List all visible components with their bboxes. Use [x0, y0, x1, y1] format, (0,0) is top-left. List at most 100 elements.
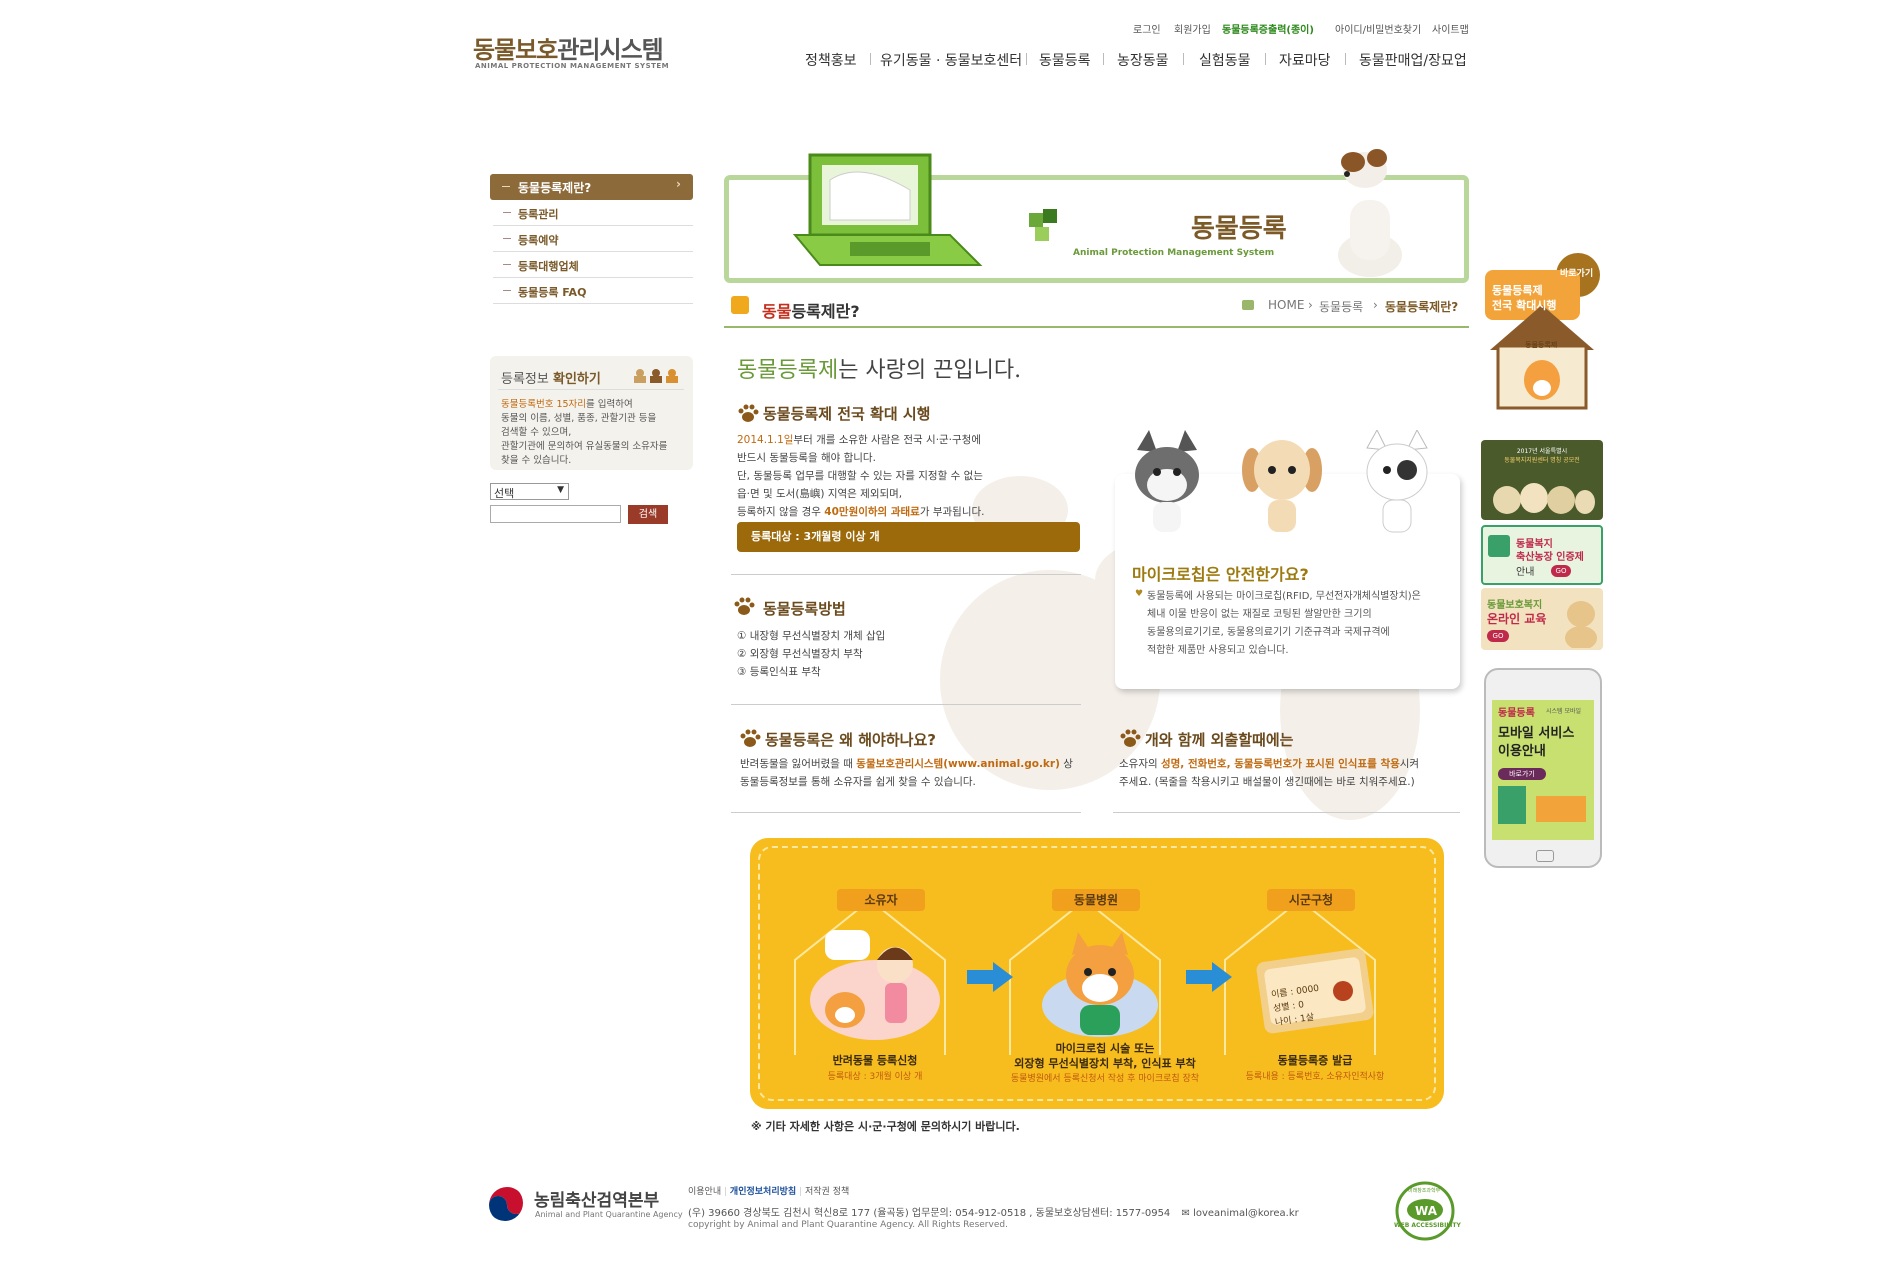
- search-type-select[interactable]: 선택 ▼: [490, 483, 569, 500]
- section-title: 동물등록방법: [763, 600, 846, 618]
- wa-text: 미래창조과학부: [1408, 1188, 1441, 1194]
- divider: [731, 812, 1081, 813]
- gnb-policy[interactable]: 정책홍보: [805, 50, 857, 70]
- screen-thumb: [1536, 796, 1586, 822]
- divider: [731, 704, 1081, 705]
- banner-online-edu[interactable]: 동물보호복지 온라인 교육 GO: [1481, 588, 1603, 650]
- banner-text: 2017년 서울특별시: [1516, 448, 1568, 455]
- chevron-right-icon: ›: [676, 177, 681, 191]
- puppies-photo: [1493, 483, 1595, 514]
- breadcrumb-current: 동물등록제란?: [1385, 300, 1459, 314]
- sidebar-item-label: 등록관리: [518, 208, 559, 221]
- logo-title-b: 관리시스템: [557, 36, 663, 64]
- home-icon: [1242, 300, 1254, 310]
- search-button[interactable]: 검색: [628, 505, 668, 524]
- sidebar-item-reservation[interactable]: 등록예약: [493, 226, 693, 252]
- gnb-divider: [1026, 53, 1027, 65]
- method-2: ② 외장형 무선식별장치 부착: [737, 648, 863, 660]
- dog-photo: [1565, 601, 1597, 648]
- banner-text: 온라인 교육: [1487, 612, 1547, 626]
- arrow-right-icon: [1186, 962, 1232, 992]
- footer-link-privacy[interactable]: 개인정보처리방침: [730, 1187, 796, 1197]
- step-title-hospital-2: 외장형 무선식별장치 부착, 인식표 부착: [1014, 1057, 1196, 1070]
- logo-title-a: 동물보호: [473, 36, 558, 64]
- microchip-desc: 동물등록에 사용되는 마이크로칩(RFID, 무선전자개체식별장치)은 체내 이…: [1147, 591, 1421, 656]
- footer-copyright: copyright by Animal and Plant Quarantine…: [688, 1220, 1008, 1230]
- headline: 동물등록제는 사랑의 끈입니다.: [737, 358, 1022, 383]
- divider: [1113, 812, 1460, 813]
- step-title-office: 동물등록증 발급: [1277, 1054, 1353, 1067]
- util-sitemap[interactable]: 사이트맵: [1432, 21, 1469, 36]
- gnb-farm[interactable]: 농장동물: [1117, 50, 1169, 70]
- step-sub-office: 등록내용 : 등록번호, 소유자인적사항: [1245, 1072, 1385, 1082]
- screen-thumb: [1498, 786, 1526, 824]
- quick-title-2: 전국 확대시행: [1492, 299, 1557, 312]
- sidebar-item-label: 동물등록 FAQ: [518, 286, 587, 299]
- sidebar-item-label: 등록예약: [518, 234, 559, 247]
- reg-number-input[interactable]: [490, 505, 621, 523]
- gnb-registration[interactable]: 동물등록: [1039, 50, 1091, 70]
- section-text: 반려동물을 잃어버렸을 때 동물보호관리시스템(www.animal.go.kr…: [740, 758, 1073, 788]
- banner-mobile-service[interactable]: 동물등록 시스템 모바일 모바일 서비스 이용안내 바로가기: [1484, 668, 1602, 868]
- step-title-hospital-1: 마이크로칩 시술 또는: [1055, 1042, 1155, 1055]
- gnb-abandoned[interactable]: 유기동물 · 동물보호센터: [880, 50, 1022, 70]
- util-print-cert[interactable]: 동물등록증출력(종이): [1222, 25, 1314, 36]
- footer-address: (우) 39660 경상북도 김천시 혁신8로 177 (율곡동) 업무문의: …: [688, 1208, 1299, 1219]
- step-sub-hospital: 동물병원에서 등록신청서 작성 후 마이크로칩 장착: [1010, 1074, 1200, 1084]
- contact-note: ※ 기타 자세한 사항은 시·군·구청에 문의하시기 바랍니다.: [751, 1120, 1020, 1133]
- banner-text: 안내: [1516, 567, 1535, 578]
- web-accessibility-mark: 미래창조과학부 WA WEB ACCESSIBILITY: [1380, 1180, 1470, 1242]
- gnb-divider: [1103, 53, 1104, 65]
- dropdown-arrow-icon: ▼: [557, 485, 564, 495]
- footer-org-name: 농림축산검역본부: [534, 1191, 660, 1211]
- hospital-illustration: [1042, 932, 1158, 1037]
- laptop-illustration: [792, 153, 983, 266]
- owner-illustration: [810, 930, 940, 1040]
- microchip-title: 마이크로칩은 안전한가요?: [1132, 565, 1309, 584]
- breadcrumb-registration[interactable]: 동물등록: [1319, 298, 1363, 315]
- gnb-sales[interactable]: 동물판매업/장묘업: [1359, 50, 1467, 70]
- cube-icon: [1029, 209, 1057, 241]
- go-button[interactable]: 바로가기: [1498, 768, 1546, 780]
- dog-photo: [1338, 149, 1402, 277]
- logo-subtitle: ANIMAL PROTECTION MANAGEMENT SYSTEM: [475, 62, 670, 70]
- util-find-id[interactable]: 아이디/비밀번호찾기: [1335, 21, 1421, 36]
- banner-title: 동물등록: [1191, 214, 1287, 244]
- banner-farm-cert[interactable]: 동물복지 축산농장 인증제 안내 GO: [1481, 525, 1603, 585]
- step-label-office: 시군구청: [1267, 889, 1355, 911]
- footer-link-copyright[interactable]: 저작권 정책: [805, 1187, 849, 1197]
- certificate-text: 이름 : 0000 성별 : 0 나이 : 1살: [1270, 983, 1320, 1029]
- cert-mark-icon: [1488, 535, 1510, 557]
- reg-info-title: 등록정보 확인하기: [501, 372, 601, 387]
- banner-text: 시스템 모바일: [1546, 708, 1582, 715]
- footer-link-guide[interactable]: 이용안내: [688, 1187, 721, 1197]
- sidebar-item-active[interactable]: 동물등록제란? ›: [490, 174, 693, 200]
- breadcrumb-home[interactable]: HOME: [1268, 298, 1304, 312]
- site-logo[interactable]: 동물보호관리시스템: [473, 30, 664, 65]
- sidebar-item-agency[interactable]: 등록대행업체: [493, 252, 693, 278]
- util-login[interactable]: 로그인: [1133, 21, 1161, 36]
- banner-naming-contest[interactable]: 2017년 서울특별시 동물복지지원센터 명칭 공모전: [1481, 440, 1603, 520]
- quick-tag: 바로가기: [1560, 269, 1594, 279]
- sidebar-item-label: 등록대행업체: [518, 260, 579, 273]
- dash-icon: [503, 290, 511, 291]
- section-text: 소유자의 성명, 전화번호, 동물등록번호가 표시된 인식표를 착용시켜 주세요…: [1119, 758, 1420, 788]
- go-button[interactable]: GO: [1551, 565, 1571, 577]
- taegeuk-logo-icon: [489, 1187, 523, 1221]
- arrow-right-icon: [967, 962, 1013, 992]
- quick-banner-registration[interactable]: 바로가기 동물등록제 전국 확대시행 동물등록제: [1480, 250, 1605, 415]
- footer-email[interactable]: loveanimal@korea.kr: [1193, 1208, 1299, 1219]
- breadcrumb-sep: ›: [1308, 298, 1313, 312]
- go-button[interactable]: GO: [1487, 630, 1509, 642]
- util-join[interactable]: 회원가입: [1174, 21, 1211, 36]
- sidebar-item-manage[interactable]: 등록관리: [493, 200, 693, 226]
- gnb-divider: [1265, 53, 1266, 65]
- step-label-hospital: 동물병원: [1052, 889, 1140, 911]
- banner-text: 모바일 서비스: [1498, 726, 1575, 741]
- sidebar-item-faq[interactable]: 동물등록 FAQ: [493, 278, 693, 304]
- banner-text: 축산농장 인증제: [1516, 552, 1584, 563]
- gnb-lab[interactable]: 실험동물: [1199, 50, 1251, 70]
- dash-icon: [502, 186, 510, 187]
- method-1: ① 내장형 무선식별장치 개체 삽입: [737, 630, 886, 642]
- gnb-resources[interactable]: 자료마당: [1279, 50, 1331, 70]
